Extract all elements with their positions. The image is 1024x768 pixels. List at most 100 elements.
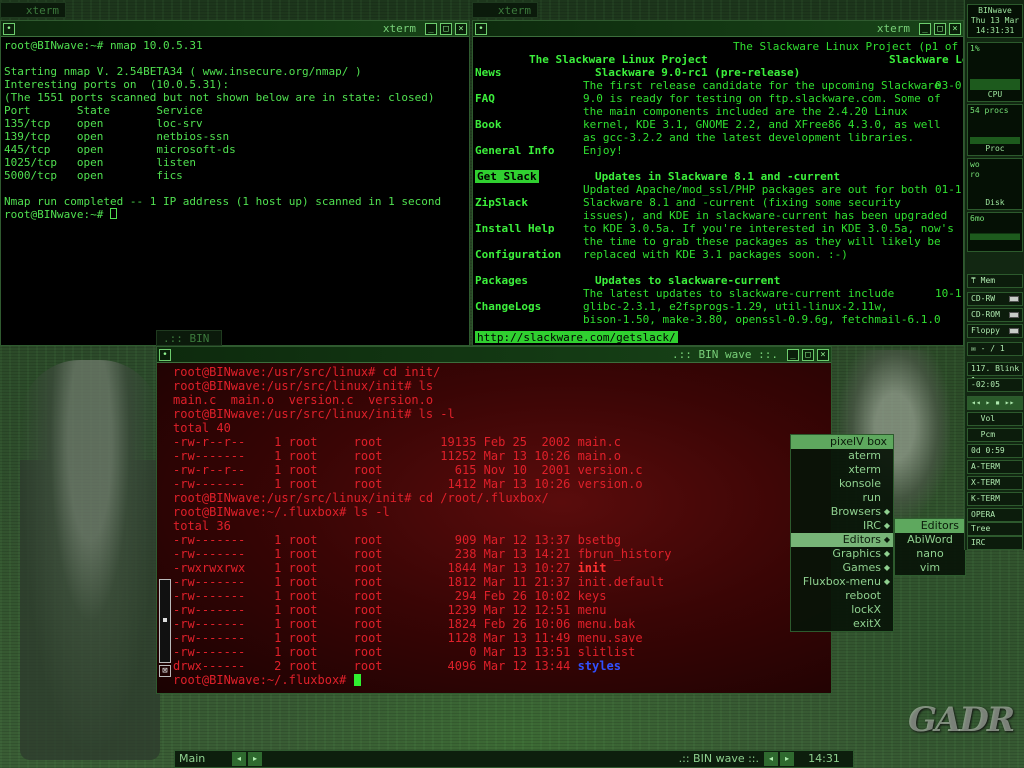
menu-item-run[interactable]: run — [791, 491, 893, 505]
terminal-output[interactable]: root@BINwave:/usr/src/linux# cd init/roo… — [157, 363, 831, 689]
scrollbar[interactable] — [159, 579, 171, 663]
terminal-line: -rw------- 1 root root 1412 Mar 13 10:26… — [173, 477, 643, 491]
next-window-button[interactable]: ▸ — [780, 752, 794, 766]
submenu-item-abiword[interactable]: AbiWord — [895, 533, 965, 547]
nav-link-news[interactable]: News — [475, 66, 502, 79]
dockapp-proc[interactable]: 54 procs Proc — [967, 104, 1023, 156]
titlebar[interactable]: • xterm _ □ × — [473, 21, 963, 37]
close-button[interactable]: × — [949, 22, 961, 35]
focused-window-label[interactable]: .:: BIN wave ::. — [263, 751, 763, 767]
fluxbox-root-menu[interactable]: pixelV box aterm xterm konsole run Browsers ◆… — [790, 434, 894, 632]
news-body-line: to KDE 3.0.5a. If you're interested in K… — [583, 222, 954, 235]
menu-item-xterm[interactable]: xterm — [791, 463, 893, 477]
terminal-line: root@BINwave:/usr/src/linux/init# cd /ro… — [173, 491, 549, 505]
editors-submenu[interactable]: Editors AbiWord nano vim — [894, 518, 966, 576]
window-menu-button[interactable]: • — [159, 348, 171, 361]
menu-item-graphics[interactable]: Graphics ◆ — [791, 547, 893, 561]
minimize-button[interactable]: _ — [425, 22, 437, 35]
menu-item-browsers[interactable]: Browsers ◆ — [791, 505, 893, 519]
volume-slider[interactable]: Vol — [967, 412, 1023, 426]
window-menu-button[interactable]: • — [475, 22, 487, 35]
nav-link-packages[interactable]: Packages — [475, 274, 528, 287]
cursor — [109, 208, 117, 219]
dockapp-clock[interactable]: BINwave Thu 13 Mar 14:31:31 — [967, 4, 1023, 38]
terminal-line: 5000/tcp open fics — [4, 169, 183, 182]
terminal-output[interactable]: root@BINwave:~# nmap 10.0.5.31 Starting … — [1, 37, 469, 223]
dockapp-blink[interactable]: 117. Blink 1 — [967, 362, 1023, 385]
submenu-item-vim[interactable]: vim — [895, 561, 965, 575]
nav-link-configuration[interactable]: Configuration — [475, 248, 561, 261]
prev-workspace-button[interactable]: ◂ — [232, 752, 246, 766]
nav-link-faq[interactable]: FAQ — [475, 92, 495, 105]
dockapp-mail[interactable]: ✉ - / 1 — [967, 342, 1023, 356]
window-tab-bin[interactable]: .:: BIN wa — [156, 330, 222, 361]
nav-link-general-info[interactable]: General Info — [475, 144, 554, 157]
menu-item-konsole[interactable]: konsole — [791, 477, 893, 491]
drive-cd-rw[interactable]: CD-RW — [967, 292, 1023, 306]
launcher-xterm[interactable]: X-TERM — [967, 476, 1023, 490]
media-controls[interactable]: ◂◂ ▸ ▪ ▸▸ — [967, 396, 1023, 410]
close-button[interactable]: × — [455, 22, 467, 35]
nav-link-zipslack[interactable]: ZipSlack — [475, 196, 528, 209]
window-tab-left[interactable]: xterm — [0, 2, 66, 18]
maximize-button[interactable]: □ — [934, 22, 946, 35]
cpu-graph — [970, 54, 1020, 90]
minimize-button[interactable]: _ — [787, 348, 799, 361]
dockapp-disk[interactable]: wo ro Disk — [967, 158, 1023, 210]
menu-item-exitx[interactable]: exitX — [791, 617, 893, 631]
nav-link-changelogs[interactable]: ChangeLogs — [475, 300, 541, 313]
fluxbox-slit: BINwave Thu 13 Mar 14:31:31 1% CPU 54 pr… — [964, 0, 1024, 550]
launcher-kterm[interactable]: K-TERM — [967, 492, 1023, 506]
scrollbar-thumb[interactable] — [163, 618, 167, 622]
terminal-line: -rw------- 1 root root 1812 Mar 11 21:37… — [173, 575, 665, 589]
menu-item-label: Games — [842, 561, 881, 574]
menu-item-fluxbox-menu[interactable]: Fluxbox-menu ◆ — [791, 575, 893, 589]
dock-host: BINwave — [978, 6, 1012, 15]
launcher-opera[interactable]: OPERA — [967, 508, 1023, 522]
pcm-slider[interactable]: Pcm — [967, 428, 1023, 442]
prev-window-button[interactable]: ◂ — [764, 752, 778, 766]
dockapp-timer[interactable]: -02:05 — [967, 378, 1023, 392]
maximize-button[interactable]: □ — [440, 22, 452, 35]
scroll-corner-icon[interactable]: ⊠ — [159, 665, 171, 677]
menu-item-irc[interactable]: IRC ◆ — [791, 519, 893, 533]
next-workspace-button[interactable]: ▸ — [248, 752, 262, 766]
nav-link-book[interactable]: Book — [475, 118, 502, 131]
dockapp-mem[interactable]: 6mo — [967, 212, 1023, 252]
drive-label: CD-ROM — [971, 310, 1000, 319]
drive-cd-rom[interactable]: CD-ROM — [967, 308, 1023, 322]
xterm-window-nmap[interactable]: • xterm _ □ × root@BINwave:~# nmap 10.0.… — [0, 20, 470, 346]
xterm-window-lynx[interactable]: • xterm _ □ × The Slackware Linux Projec… — [472, 20, 964, 346]
launcher-irc[interactable]: IRC — [967, 536, 1023, 550]
nav-link-get-slack[interactable]: Get Slack — [475, 170, 539, 183]
lynx-browser[interactable]: The Slackware Linux Project (p1 of 5) Th… — [473, 37, 963, 343]
launcher-aterm[interactable]: A-TERM — [967, 460, 1023, 474]
menu-item-reboot[interactable]: reboot — [791, 589, 893, 603]
drive-floppy[interactable]: Floppy — [967, 324, 1023, 338]
menu-item-lockx[interactable]: lockX — [791, 603, 893, 617]
close-button[interactable]: × — [817, 348, 829, 361]
dockapp-cpu[interactable]: 1% CPU — [967, 42, 1023, 102]
nav-link-install-help[interactable]: Install Help — [475, 222, 554, 235]
menu-item-editors[interactable]: Editors ◆ — [791, 533, 893, 547]
submenu-item-nano[interactable]: nano — [895, 547, 965, 561]
workspace-label[interactable]: Main box — [175, 751, 231, 767]
titlebar[interactable]: • xterm _ □ × — [1, 21, 469, 37]
titlebar[interactable]: • .:: BIN wave ::. _ □ × — [157, 347, 831, 363]
launcher-label: X-TERM — [971, 478, 1000, 487]
news-body-line: the main components included are the 2.4… — [583, 105, 908, 118]
menu-item-games[interactable]: Games ◆ — [791, 561, 893, 575]
submenu-arrow-icon: ◆ — [883, 521, 890, 530]
minimize-button[interactable]: _ — [919, 22, 931, 35]
menu-item-aterm[interactable]: aterm — [791, 449, 893, 463]
submenu-arrow-icon: ◆ — [883, 563, 890, 572]
maximize-button[interactable]: □ — [802, 348, 814, 361]
window-tab-right[interactable]: xterm — [472, 2, 538, 18]
terminal-line: drwx------ 2 root root 4096 Mar 12 13:44… — [173, 659, 621, 673]
terminal-window-binwave[interactable]: • .:: BIN wave ::. _ □ × root@BINwave:/u… — [156, 346, 832, 694]
launcher-tree-window[interactable]: Tree window — [967, 522, 1023, 545]
window-menu-button[interactable]: • — [3, 22, 15, 35]
menu-item-label: exitX — [853, 617, 881, 630]
uptime-value: 0d 0:59 — [971, 446, 1005, 455]
dock-date: Thu 13 Mar — [970, 16, 1020, 25]
